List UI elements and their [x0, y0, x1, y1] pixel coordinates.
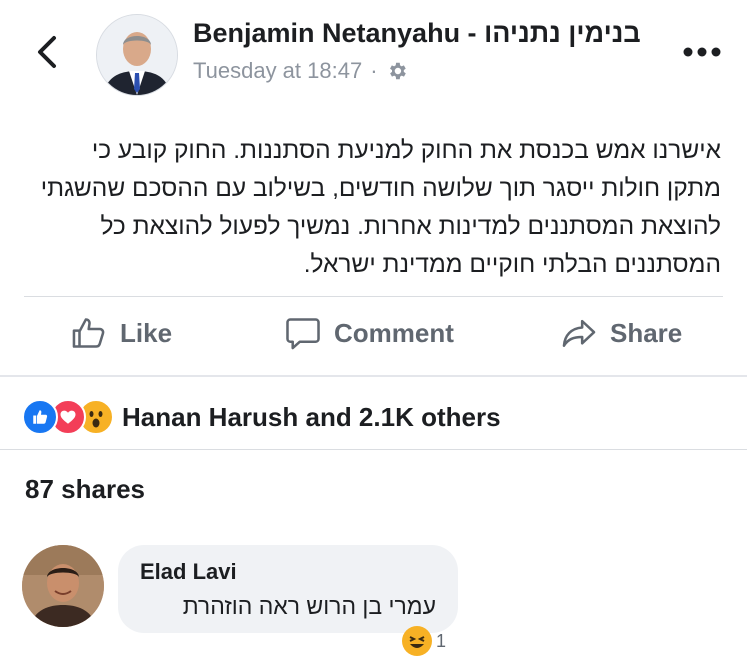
like-reaction-icon: [22, 399, 58, 435]
commenter-avatar[interactable]: [22, 545, 104, 627]
post-header: Benjamin Netanyahu - בנימין נתניהו Tuesd…: [0, 0, 747, 110]
comment-reaction-count: 1: [436, 630, 447, 651]
post-meta: Tuesday at 18:47 ·: [193, 58, 408, 84]
comment-text: עמרי בן הרוש ראה הוזהרת: [182, 593, 436, 619]
divider: [0, 449, 747, 450]
like-label: Like: [120, 317, 173, 348]
share-button[interactable]: Share: [560, 314, 682, 352]
comment-reaction-badge[interactable]: 1: [402, 626, 446, 656]
more-horizontal-icon: [683, 47, 721, 57]
gear-icon: [389, 62, 406, 80]
section-separator: [0, 375, 747, 377]
share-label: Share: [610, 317, 683, 348]
comment-bubble[interactable]: Elad Lavi עמרי בן הרוש ראה הוזהרת: [118, 545, 458, 633]
comment-button[interactable]: Comment: [284, 314, 454, 352]
post-body-text: אישרנו אמש בכנסת את החוק למניעת הסתננות.…: [40, 137, 721, 278]
commenter-portrait: [22, 545, 104, 627]
meta-separator: ·: [370, 58, 378, 83]
comment-icon: [286, 318, 320, 350]
shares-count[interactable]: 87 shares: [25, 474, 145, 505]
thumbs-up-icon: [72, 318, 105, 348]
like-button[interactable]: Like: [70, 314, 172, 352]
share-icon: [562, 319, 596, 347]
post-actions-bar: Like Comment Share: [0, 300, 747, 374]
back-button[interactable]: [28, 30, 68, 74]
post-timestamp[interactable]: Tuesday at 18:47: [193, 58, 362, 84]
author-name[interactable]: Benjamin Netanyahu - בנימין נתניהו: [193, 18, 641, 49]
reactions-summary[interactable]: Hanan Harush and 2.1K others: [22, 396, 501, 438]
comment-label: Comment: [334, 317, 454, 348]
avatar-portrait: [97, 15, 177, 95]
comment-author[interactable]: Elad Lavi: [140, 559, 237, 585]
laugh-reaction-icon: [402, 626, 432, 656]
divider: [24, 296, 723, 297]
reactions-summary-text[interactable]: Hanan Harush and 2.1K others: [122, 402, 501, 433]
chevron-left-icon: [38, 36, 56, 68]
author-avatar[interactable]: [96, 14, 178, 96]
more-options-button[interactable]: [680, 40, 724, 64]
